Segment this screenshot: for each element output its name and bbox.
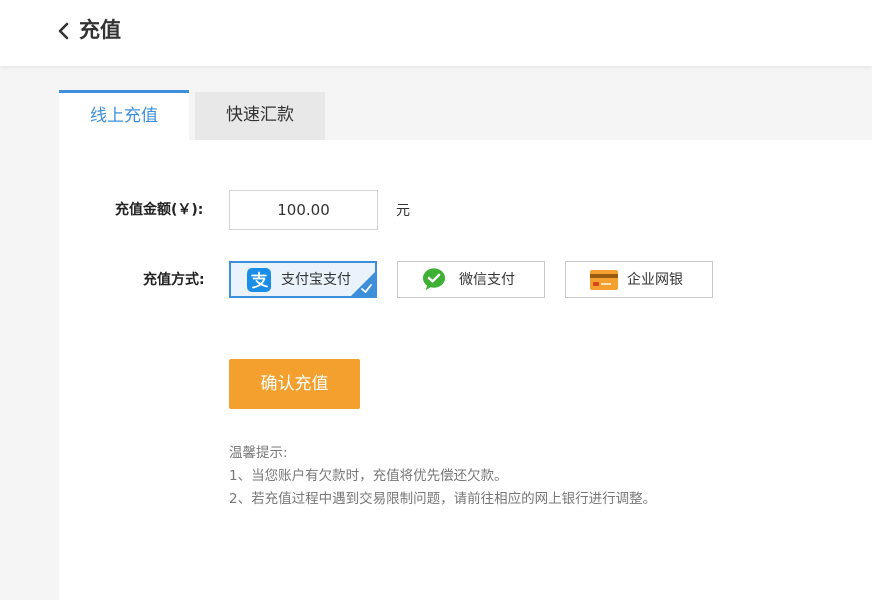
tab-online-recharge[interactable]: 线上充值 [59,90,189,140]
tips-title: 温馨提示: [229,445,288,461]
tab-quick-remittance[interactable]: 快速汇款 [195,92,325,140]
chevron-left-icon [58,22,69,40]
wechat-icon [422,268,446,291]
payment-option-bank[interactable]: 企业网银 [565,261,713,298]
tip-item: 1、当您账户有欠款时，充值将优先偿还欠款。 [229,468,508,484]
tips-block: 温馨提示: 1、当您账户有欠款时，充值将优先偿还欠款。 2、若充值过程中遇到交易… [229,442,656,511]
payment-option-wechat[interactable]: 微信支付 [397,261,545,298]
recharge-panel: 充值金额(￥): 元 充值方式: 支付宝支付 微信支付 企业网银 确认充值 [59,140,872,600]
tip-item: 2、若充值过程中遇到交易限制问题，请前往相应的网上银行进行调整。 [229,491,657,507]
payment-option-alipay[interactable]: 支付宝支付 [229,261,377,298]
check-icon [351,272,375,296]
payment-option-label: 微信支付 [459,272,515,288]
page-title: 充值 [79,18,121,42]
top-header: 充值 [0,0,872,66]
method-label: 充值方式: [143,272,205,288]
back-button[interactable] [54,18,76,44]
amount-unit: 元 [396,203,410,219]
alipay-icon [247,268,271,292]
amount-input[interactable] [229,190,378,230]
payment-option-label: 企业网银 [627,272,683,288]
amount-label: 充值金额(￥): [115,202,204,218]
bank-card-icon [590,270,618,290]
confirm-recharge-button[interactable]: 确认充值 [229,359,360,409]
payment-option-label: 支付宝支付 [281,272,351,288]
